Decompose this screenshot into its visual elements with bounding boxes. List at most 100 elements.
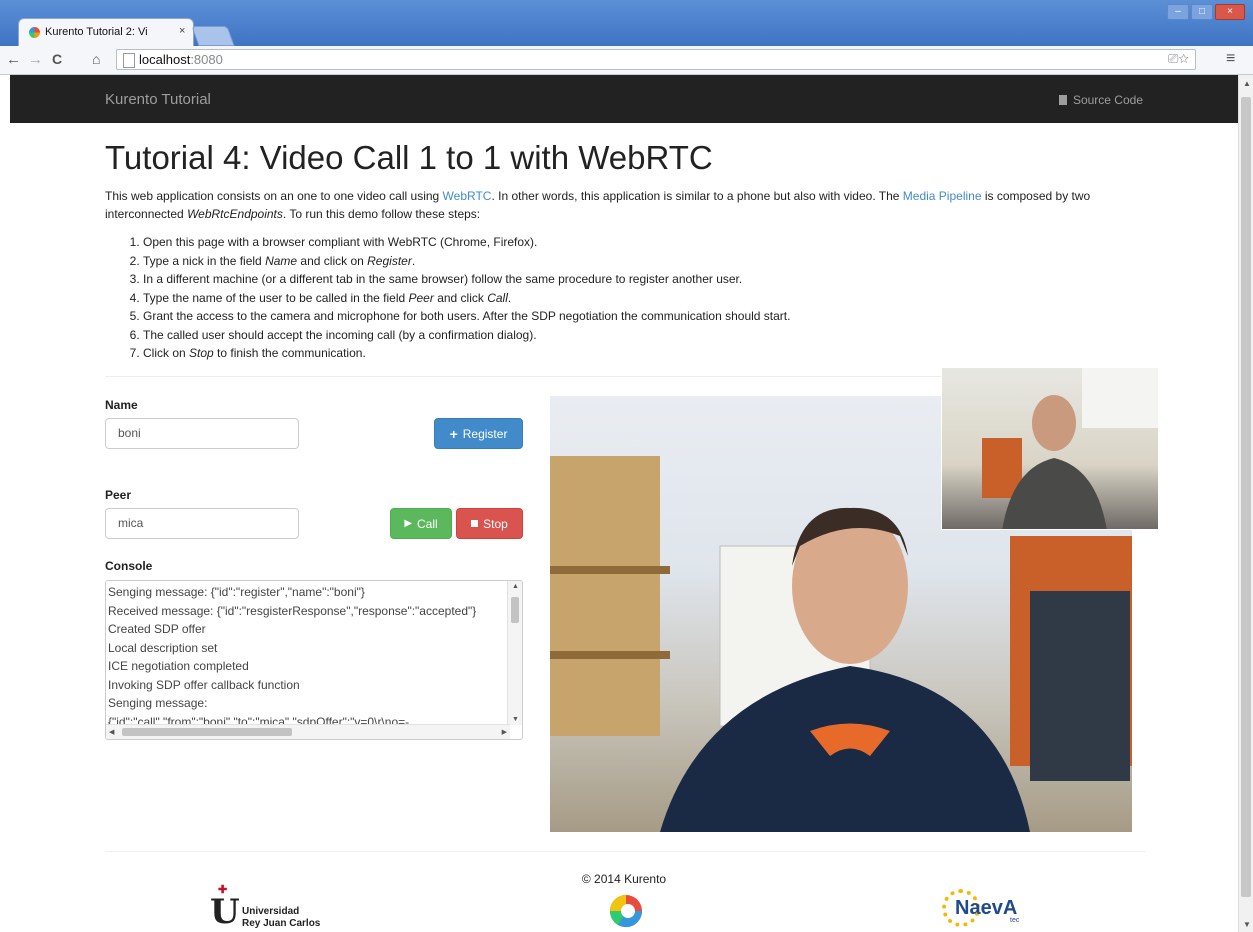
maximize-button[interactable]: □ [1191, 4, 1213, 20]
url-host: localhost [139, 52, 191, 67]
scroll-up-icon[interactable]: ▲ [512, 583, 519, 590]
naeva-sub: tec [1010, 917, 1020, 924]
intro-endpoints: WebRtcEndpoints [187, 207, 283, 221]
name-input[interactable]: boni [105, 418, 299, 449]
register-button[interactable]: + Register [434, 418, 523, 449]
console-label: Console [105, 559, 153, 573]
console-line: Received message: {"id":"resgisterRespon… [108, 603, 477, 618]
scroll-up-icon[interactable]: ▲ [1243, 79, 1251, 88]
forward-arrow-icon[interactable]: → [28, 51, 43, 68]
home-icon[interactable]: ⌂ [92, 51, 100, 67]
step-text: . [507, 290, 512, 305]
close-window-button[interactable]: × [1215, 4, 1245, 20]
step-em: Name [265, 253, 298, 268]
call-label: Call [417, 516, 438, 531]
step-item: Type a nick in the field Name and click … [143, 252, 1183, 271]
browser-window: Kurento Tutorial 2: Vi × – □ × ← → C ⌂ l… [0, 0, 1253, 932]
console-line: Senging message: {"id":"register","name"… [108, 585, 365, 599]
kurento-favicon-icon [29, 27, 40, 38]
reload-icon[interactable]: C [52, 51, 62, 67]
window-shape [1082, 368, 1158, 428]
intro-paragraph: This web application consists on an one … [105, 187, 1145, 223]
play-icon: ▶ [404, 518, 413, 529]
source-code-link[interactable]: Source Code [1058, 93, 1143, 107]
step-text: Open this page with a browser compliant … [143, 235, 538, 249]
step-text: to finish the communication. [213, 346, 366, 360]
console-line: Senging message: [108, 696, 208, 710]
peer-input[interactable]: mica [105, 508, 299, 539]
peer-label: Peer [105, 488, 132, 502]
new-tab-button[interactable] [191, 26, 235, 46]
step-text: Click on [143, 346, 190, 360]
page-scrollbar[interactable]: ▲ ▼ [1238, 75, 1253, 932]
step-text: and click [433, 290, 488, 305]
console-line: ICE negotiation completed [108, 659, 249, 673]
scroll-right-icon[interactable]: ▶ [502, 728, 507, 736]
scroll-down-icon[interactable]: ▼ [512, 716, 519, 723]
stop-icon [471, 520, 479, 527]
console-box[interactable]: Senging message: {"id":"register","name"… [105, 580, 523, 740]
scroll-down-icon[interactable]: ▼ [1243, 920, 1251, 929]
naeva-logo[interactable]: NaevA tec [937, 887, 1027, 931]
console-hscroll-thumb[interactable] [122, 728, 292, 736]
console-line: Local description set [108, 640, 218, 655]
step-item: Click on Stop to finish the communicatio… [143, 344, 1183, 363]
step-em: Peer [408, 290, 434, 305]
shelf-board [550, 566, 670, 574]
register-label: Register [462, 426, 508, 441]
browser-titlebar: Kurento Tutorial 2: Vi × – □ × [0, 0, 1253, 46]
step-em: Register [367, 253, 412, 268]
top-navbar: Kurento Tutorial Source Code [10, 75, 1238, 123]
urjc-line1: Universidad [242, 906, 300, 917]
copyright-text: © 2014 Kurento [581, 872, 667, 886]
page-viewport: Kurento Tutorial Source Code Tutorial 4:… [10, 75, 1238, 932]
address-bar[interactable]: localhost:8080 ⎚☆ [116, 49, 1196, 70]
step-text: . [411, 253, 416, 268]
stop-label: Stop [483, 516, 508, 531]
url-text: localhost:8080 [139, 52, 223, 67]
minimize-button[interactable]: – [1167, 4, 1189, 20]
monitor-shape [1030, 591, 1130, 781]
steps-list: Open this page with a browser compliant … [105, 233, 1183, 363]
name-label: Name [105, 398, 138, 412]
scroll-left-icon[interactable]: ◀ [109, 728, 114, 736]
shirt-shape [660, 666, 1030, 832]
console-vertical-scrollbar[interactable]: ▲ ▼ [507, 581, 522, 725]
intro-text-2: . In other words, this application is si… [491, 189, 903, 203]
back-arrow-icon[interactable]: ← [6, 51, 21, 68]
urjc-u-mark: U [210, 892, 240, 932]
console-horizontal-scrollbar[interactable]: ◀ ▶ [106, 724, 510, 739]
page-scroll-thumb[interactable] [1241, 97, 1251, 897]
call-button[interactable]: ▶ Call [390, 508, 452, 539]
tab-title: Kurento Tutorial 2: Vi [45, 26, 148, 38]
file-icon [1058, 95, 1067, 105]
intro-text-1: This web application consists on an one … [105, 189, 443, 203]
step-item: Open this page with a browser compliant … [143, 233, 1183, 252]
kurento-logo-icon[interactable] [606, 893, 646, 929]
stop-button[interactable]: Stop [456, 508, 523, 539]
browser-tab[interactable]: Kurento Tutorial 2: Vi × [18, 18, 194, 46]
console-line: Invoking SDP offer callback function [108, 677, 300, 692]
navbar-brand[interactable]: Kurento Tutorial [105, 91, 211, 108]
urjc-text: Universidad Rey Juan Carlos [242, 906, 320, 930]
page-icon [123, 53, 135, 68]
step-text: Type the name of the user to be called i… [143, 290, 409, 305]
shelf-board [550, 651, 670, 659]
media-pipeline-link[interactable]: Media Pipeline [903, 189, 982, 203]
console-vscroll-thumb[interactable] [511, 597, 519, 623]
step-text: and click on [297, 253, 368, 268]
bookmark-star-icon[interactable]: ⎚☆ [1168, 51, 1189, 67]
tab-close-icon[interactable]: × [179, 25, 185, 37]
browser-menu-icon[interactable]: ≡ [1226, 50, 1235, 68]
page-title: Tutorial 4: Video Call 1 to 1 with WebRT… [105, 139, 713, 176]
face-shape [1032, 395, 1076, 451]
step-text: Grant the access to the camera and micro… [143, 309, 791, 323]
window-controls: – □ × [1167, 4, 1245, 20]
urjc-logo[interactable]: ✚ U Universidad Rey Juan Carlos [210, 885, 350, 932]
local-video-scene [982, 368, 1158, 529]
console-line: Created SDP offer [108, 622, 206, 636]
step-text: The called user should accept the incomi… [143, 327, 537, 342]
webrtc-link[interactable]: WebRTC [443, 189, 492, 203]
source-code-label: Source Code [1072, 93, 1143, 107]
step-em: Call [487, 290, 508, 305]
